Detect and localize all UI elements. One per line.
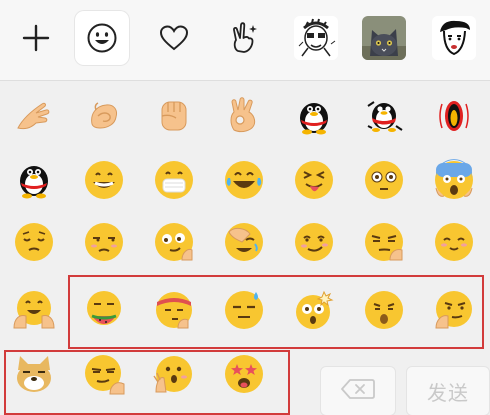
ok-hand-icon bbox=[222, 94, 266, 138]
fist-hand-icon bbox=[82, 94, 126, 138]
penguin-sit-icon bbox=[12, 158, 56, 202]
emoji-item[interactable] bbox=[430, 156, 478, 204]
mask-icon bbox=[152, 158, 196, 202]
shy-smile-icon bbox=[432, 220, 476, 264]
headband-icon bbox=[152, 288, 196, 332]
emoji-item[interactable] bbox=[430, 92, 478, 140]
sticker-cat-photo bbox=[362, 16, 406, 60]
emoji-keyboard-panel: 发送 bbox=[0, 0, 490, 415]
emoji-item[interactable] bbox=[290, 92, 338, 140]
emoji-item[interactable] bbox=[430, 286, 478, 334]
melon-eater-icon bbox=[82, 288, 126, 332]
tongue-wink-icon bbox=[292, 158, 336, 202]
delete-button[interactable] bbox=[320, 366, 396, 415]
tears-of-joy-icon bbox=[222, 158, 266, 202]
emoji-item[interactable] bbox=[80, 350, 128, 398]
unamused-icon bbox=[82, 220, 126, 264]
emoji-item[interactable] bbox=[10, 286, 58, 334]
thinking-smile-icon bbox=[152, 220, 196, 264]
emoji-item[interactable] bbox=[10, 156, 58, 204]
emoji-item[interactable] bbox=[220, 218, 268, 266]
emoji-item[interactable] bbox=[360, 286, 408, 334]
cool-point-icon bbox=[82, 352, 126, 396]
emoji-item[interactable] bbox=[10, 92, 58, 140]
emoji-item[interactable] bbox=[220, 156, 268, 204]
scream-icon bbox=[432, 158, 476, 202]
emoji-item[interactable] bbox=[290, 156, 338, 204]
sweat-icon bbox=[222, 288, 266, 332]
emoji-item[interactable] bbox=[290, 218, 338, 266]
emoji-item[interactable] bbox=[10, 218, 58, 266]
plus-icon bbox=[21, 23, 51, 53]
emoji-item[interactable] bbox=[220, 286, 268, 334]
wave-hand-icon bbox=[12, 94, 56, 138]
emoji-item[interactable] bbox=[290, 286, 338, 334]
nose-pick-icon bbox=[432, 288, 476, 332]
emoji-item[interactable] bbox=[150, 92, 198, 140]
penguin-spin-icon bbox=[432, 94, 476, 138]
clap-smile-icon bbox=[12, 288, 56, 332]
fist-icon bbox=[152, 94, 196, 138]
doge-icon bbox=[12, 352, 56, 396]
emoji-item[interactable] bbox=[80, 218, 128, 266]
star-eyes-icon bbox=[222, 352, 266, 396]
penguin-icon bbox=[292, 94, 336, 138]
emoji-item[interactable] bbox=[80, 286, 128, 334]
tab-sticker-pack-3[interactable] bbox=[426, 10, 482, 66]
shocked-hand-icon bbox=[152, 352, 196, 396]
emoji-item[interactable] bbox=[150, 218, 198, 266]
pensive-icon bbox=[12, 220, 56, 264]
emoji-item[interactable] bbox=[150, 350, 198, 398]
tab-add[interactable] bbox=[8, 10, 64, 66]
smiley-icon bbox=[86, 22, 118, 54]
heart-icon bbox=[159, 24, 189, 52]
emoji-item[interactable] bbox=[430, 218, 478, 266]
emoji-item[interactable] bbox=[360, 218, 408, 266]
wide-eyes-icon bbox=[362, 158, 406, 202]
victory-hand-icon bbox=[228, 21, 260, 55]
highlight-box-row bbox=[68, 275, 484, 349]
smirk-icon bbox=[292, 220, 336, 264]
emoji-item[interactable] bbox=[220, 350, 268, 398]
send-button[interactable]: 发送 bbox=[406, 366, 490, 415]
mind-blown-icon bbox=[292, 288, 336, 332]
emoji-item[interactable] bbox=[150, 286, 198, 334]
facepalm-icon bbox=[222, 220, 266, 264]
penguin-dance-icon bbox=[362, 94, 406, 138]
emoji-item[interactable] bbox=[150, 156, 198, 204]
sly-look-icon bbox=[362, 220, 406, 264]
emoji-item[interactable] bbox=[80, 156, 128, 204]
tab-sticker-pack-2[interactable] bbox=[356, 10, 412, 66]
sticker-tab-bar bbox=[0, 0, 490, 81]
tab-emoji[interactable] bbox=[74, 10, 130, 66]
sticker-cartoon-face bbox=[432, 16, 476, 60]
emoji-item[interactable] bbox=[80, 92, 128, 140]
emoji-item[interactable] bbox=[10, 350, 58, 398]
emoji-item[interactable] bbox=[360, 92, 408, 140]
tab-sticker-pack-1[interactable] bbox=[288, 10, 344, 66]
tab-favorites[interactable] bbox=[146, 10, 202, 66]
grin-icon bbox=[82, 158, 126, 202]
backspace-icon bbox=[341, 378, 375, 404]
tab-gestures[interactable] bbox=[216, 10, 272, 66]
emoji-item[interactable] bbox=[360, 156, 408, 204]
emoji-item[interactable] bbox=[220, 92, 268, 140]
kiss-face-icon bbox=[362, 288, 406, 332]
sticker-cartoon-man bbox=[294, 16, 338, 60]
